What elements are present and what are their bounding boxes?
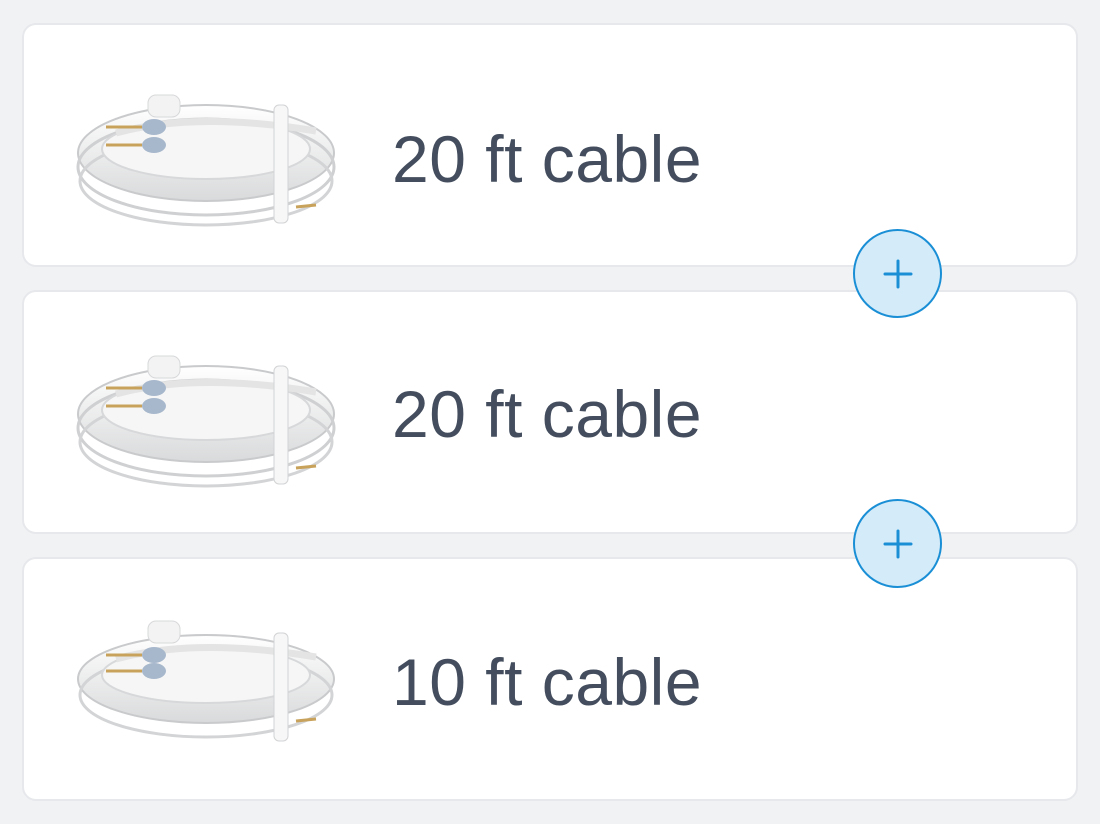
cable-coil-icon	[76, 94, 336, 227]
add-button[interactable]	[853, 499, 942, 588]
item-label: 10 ft cable	[392, 645, 703, 719]
list-item-cable-2[interactable]: 20 ft cable	[22, 290, 1078, 534]
plus-icon	[883, 529, 912, 558]
list-item-cable-1[interactable]: 20 ft cable	[22, 23, 1078, 267]
list-item-cable-3[interactable]: 10 ft cable	[22, 557, 1078, 801]
plus-icon	[883, 259, 912, 288]
cable-coil-icon	[76, 355, 336, 488]
item-label: 20 ft cable	[392, 122, 703, 196]
item-label: 20 ft cable	[392, 377, 703, 451]
cable-coil-icon	[77, 620, 335, 742]
add-button[interactable]	[853, 229, 942, 318]
